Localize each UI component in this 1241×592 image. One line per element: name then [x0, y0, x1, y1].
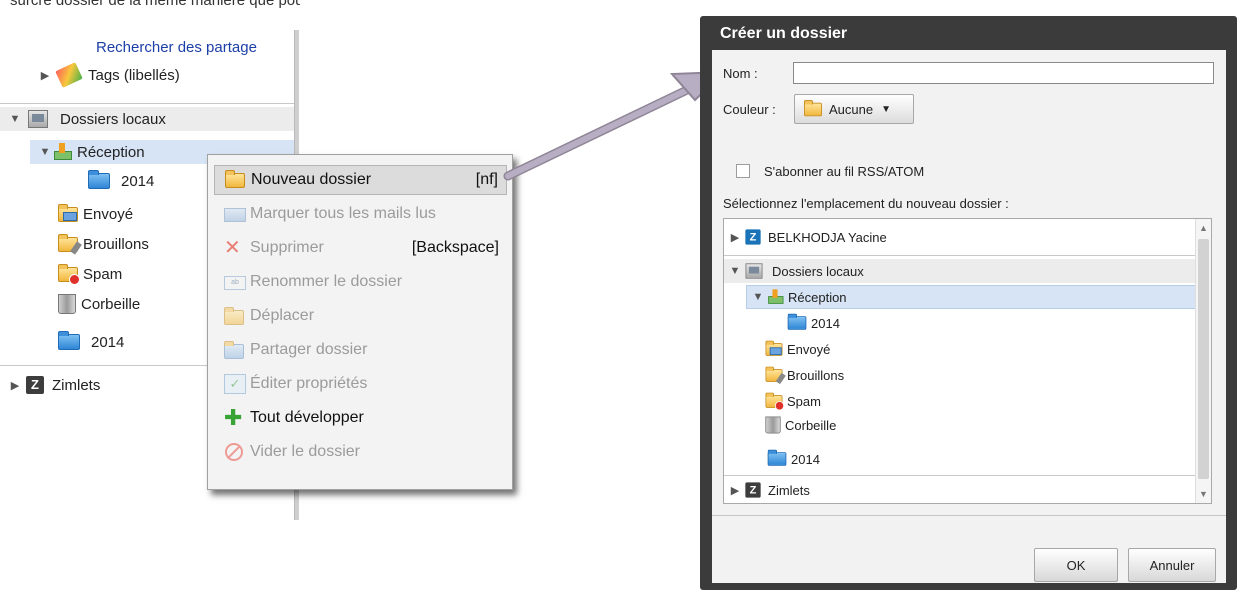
trash-icon: [58, 294, 76, 314]
inbox-icon: [767, 289, 784, 304]
rss-subscribe-checkbox[interactable]: [736, 164, 750, 178]
tag-icon: [55, 62, 83, 88]
menu-item-rename[interactable]: ab Renommer le dossier: [214, 267, 507, 297]
tree-item-account[interactable]: ▶ Z BELKHODJA Yacine: [724, 225, 1196, 249]
tree-item-local-folders[interactable]: ▼ Dossiers locaux: [0, 107, 294, 131]
collapse-icon[interactable]: ▼: [8, 113, 22, 125]
divider: [724, 475, 1196, 476]
tree-item-2014[interactable]: 2014: [766, 447, 1211, 471]
tree-item-trash[interactable]: Corbeille: [58, 292, 140, 316]
color-folder-icon: [804, 99, 822, 116]
scroll-thumb[interactable]: [1198, 239, 1209, 479]
tree-item-spam[interactable]: Spam: [58, 262, 122, 286]
computer-icon: [745, 263, 763, 279]
menu-item-move[interactable]: Déplacer: [214, 301, 507, 331]
zimlets-icon: Z: [26, 376, 44, 394]
tree-item-drafts[interactable]: Brouillons: [764, 363, 1211, 387]
dialog-body: Nom : Couleur : Aucune ▼ S'abonner au fi…: [712, 50, 1226, 583]
rss-label: S'abonner au fil RSS/ATOM: [764, 164, 925, 179]
color-label: Couleur :: [723, 102, 776, 117]
expand-icon[interactable]: ▶: [8, 379, 22, 392]
menu-item-delete[interactable]: ✕ Supprimer [Backspace]: [214, 233, 507, 263]
move-icon: [224, 307, 244, 325]
tree-item-tags[interactable]: ▶ Tags (libellés): [38, 62, 180, 88]
tree-item-trash[interactable]: Corbeille: [764, 413, 1211, 437]
folder-icon: [787, 313, 807, 330]
menu-item-edit-properties[interactable]: ✓ Éditer propriétés: [214, 369, 507, 399]
tree-item-sent[interactable]: Envoyé: [58, 202, 133, 226]
inbox-icon: [52, 143, 72, 161]
delete-icon: ✕: [224, 237, 241, 259]
collapse-icon[interactable]: ▼: [728, 265, 742, 277]
drafts-folder-icon: [58, 233, 78, 252]
sent-folder-icon: [765, 340, 783, 356]
account-icon: Z: [745, 229, 761, 245]
spam-folder-icon: [58, 263, 80, 285]
zimlets-icon: Z: [745, 482, 761, 498]
menu-item-new-folder[interactable]: Nouveau dossier [nf]: [214, 165, 507, 195]
tree-item-inbox-2014[interactable]: 2014: [88, 169, 154, 193]
empty-icon: [225, 443, 243, 461]
rename-icon: ab: [224, 276, 246, 290]
location-label: Sélectionnez l'emplacement du nouveau do…: [723, 196, 1009, 211]
menu-item-expand-all[interactable]: ✚ Tout développer: [214, 403, 507, 433]
name-label: Nom :: [723, 66, 758, 81]
search-shares-link[interactable]: Rechercher des partage: [96, 35, 257, 59]
create-folder-dialog: Créer un dossier Nom : Couleur : Aucune …: [700, 16, 1237, 590]
expand-icon[interactable]: ▶: [728, 231, 742, 244]
menu-item-mark-all-read[interactable]: Marquer tous les mails lus: [214, 199, 507, 229]
ok-button[interactable]: OK: [1034, 548, 1118, 582]
new-folder-icon: [225, 170, 245, 188]
caption-fragment: surcre dossier de la meme manière que po…: [10, 0, 300, 9]
expand-icon[interactable]: ▶: [38, 69, 52, 82]
tree-scrollbar[interactable]: ▲ ▼: [1195, 219, 1211, 503]
arrow-shaft: [505, 75, 715, 179]
dialog-title: Créer un dossier: [720, 25, 848, 42]
tree-item-inbox[interactable]: ▼ Réception: [746, 285, 1196, 309]
drafts-folder-icon: [765, 366, 783, 382]
tree-item-zimlets[interactable]: ▶ Z Zimlets: [724, 478, 1196, 502]
tree-item-drafts[interactable]: Brouillons: [58, 232, 149, 256]
spam-folder-icon: [765, 392, 785, 410]
location-tree[interactable]: ▶ Z BELKHODJA Yacine ▼ Dossiers locaux ▼…: [723, 218, 1212, 504]
folder-icon: [58, 331, 80, 350]
color-dropdown[interactable]: Aucune ▼: [794, 94, 914, 124]
collapse-icon[interactable]: ▼: [38, 146, 52, 158]
folder-name-input[interactable]: [793, 62, 1214, 84]
expand-icon[interactable]: ▶: [728, 484, 742, 497]
scroll-down-icon[interactable]: ▼: [1199, 489, 1208, 499]
tree-item-local-folders[interactable]: ▼ Dossiers locaux: [724, 259, 1196, 283]
plus-icon: ✚: [224, 405, 243, 430]
tree-item-inbox-2014[interactable]: 2014: [786, 311, 1211, 335]
menu-item-share[interactable]: Partager dossier: [214, 335, 507, 365]
divider: [724, 255, 1196, 256]
divider: [0, 103, 294, 104]
cancel-button[interactable]: Annuler: [1128, 548, 1216, 582]
scroll-up-icon[interactable]: ▲: [1199, 223, 1208, 233]
trash-icon: [765, 416, 781, 434]
folder-icon: [767, 449, 787, 466]
tree-item-sent[interactable]: Envoyé: [764, 337, 1211, 361]
chevron-down-icon: ▼: [881, 103, 891, 115]
collapse-icon[interactable]: ▼: [751, 291, 765, 303]
sent-folder-icon: [58, 203, 78, 222]
folder-icon: [88, 170, 110, 189]
edit-props-icon: ✓: [224, 374, 246, 394]
divider: [712, 515, 1226, 516]
computer-icon: [28, 110, 48, 128]
arrow-shaft-shadow: [503, 73, 717, 181]
menu-item-empty-folder[interactable]: Vider le dossier: [214, 437, 507, 467]
tree-item-2014[interactable]: 2014: [58, 330, 124, 354]
folder-context-menu: Nouveau dossier [nf] Marquer tous les ma…: [207, 154, 513, 490]
share-icon: [224, 341, 244, 359]
mark-read-icon: [224, 208, 246, 222]
tree-item-spam[interactable]: Spam: [764, 389, 1211, 413]
